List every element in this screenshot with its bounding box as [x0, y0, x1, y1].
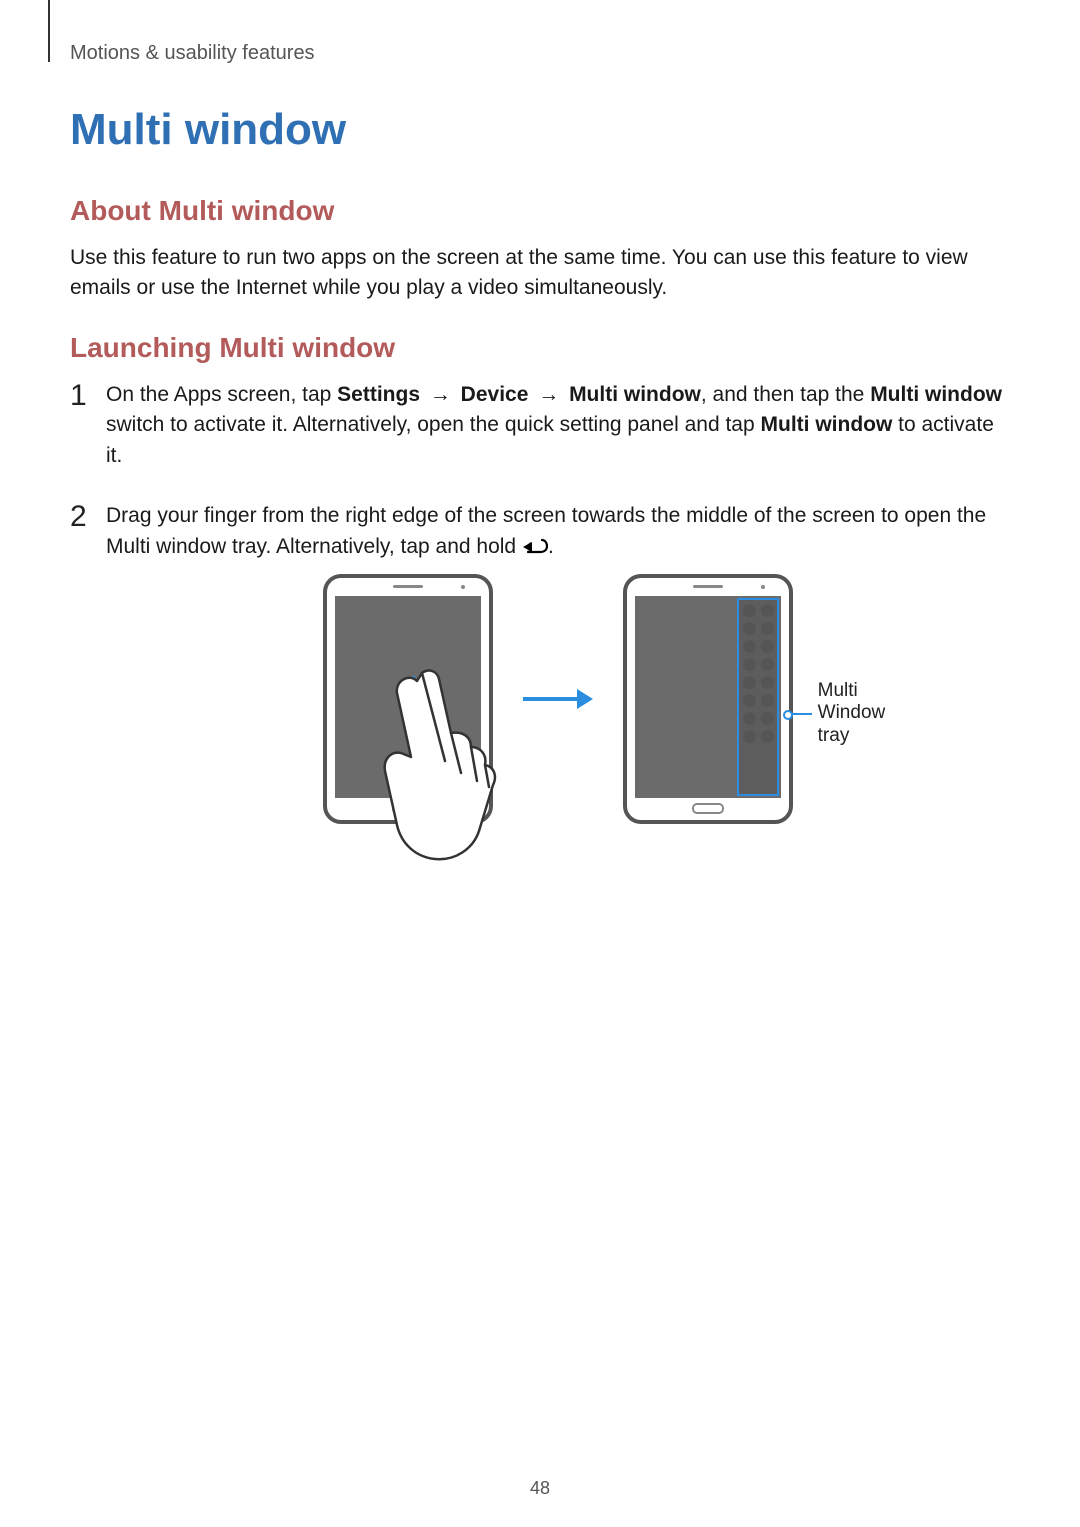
step1-sep1: → — [424, 383, 457, 406]
running-head: Motions & usability features — [70, 42, 1010, 65]
step1-sep2: → — [532, 383, 565, 406]
step-2: 2 Drag your finger from the right edge o… — [70, 501, 1010, 824]
figure-tablet-right: Multi Window tray — [623, 574, 793, 824]
step1-multi: Multi window — [569, 383, 701, 406]
figure-callout: Multi Window tray — [789, 680, 903, 748]
step-1-number: 1 — [70, 374, 87, 418]
about-body: Use this feature to run two apps on the … — [70, 243, 1010, 304]
step1-panel: Multi window — [761, 413, 893, 436]
callout-leader-line — [789, 713, 812, 715]
multi-window-tray-icon — [737, 598, 779, 796]
step1-device: Device — [461, 383, 529, 406]
step-2-text: Drag your finger from the right edge of … — [106, 504, 986, 557]
step1-switch: Multi window — [870, 383, 1002, 406]
back-icon — [522, 534, 548, 564]
section-heading-launch: Launching Multi window — [70, 332, 1010, 364]
transition-arrow-icon — [523, 689, 593, 709]
step1-mid1: , and then tap the — [701, 383, 870, 406]
step1-settings: Settings — [337, 383, 420, 406]
page-title: Multi window — [70, 105, 1010, 155]
figure-tablet-left — [323, 574, 493, 824]
page-number: 48 — [0, 1478, 1080, 1499]
step-1-text: On the Apps screen, tap Settings → Devic… — [106, 383, 1002, 467]
step1-pre: On the Apps screen, tap — [106, 383, 337, 406]
section-tab-mark — [48, 0, 50, 62]
step2-text-b: . — [548, 535, 554, 558]
step1-mid2: switch to activate it. Alternatively, op… — [106, 413, 761, 436]
instruction-figure: Multi Window tray — [106, 574, 1010, 824]
hand-gesture-icon — [367, 663, 507, 863]
section-heading-about: About Multi window — [70, 195, 1010, 227]
step-2-number: 2 — [70, 495, 87, 539]
callout-label: Multi Window tray — [818, 680, 903, 748]
step-1: 1 On the Apps screen, tap Settings → Dev… — [70, 380, 1010, 471]
